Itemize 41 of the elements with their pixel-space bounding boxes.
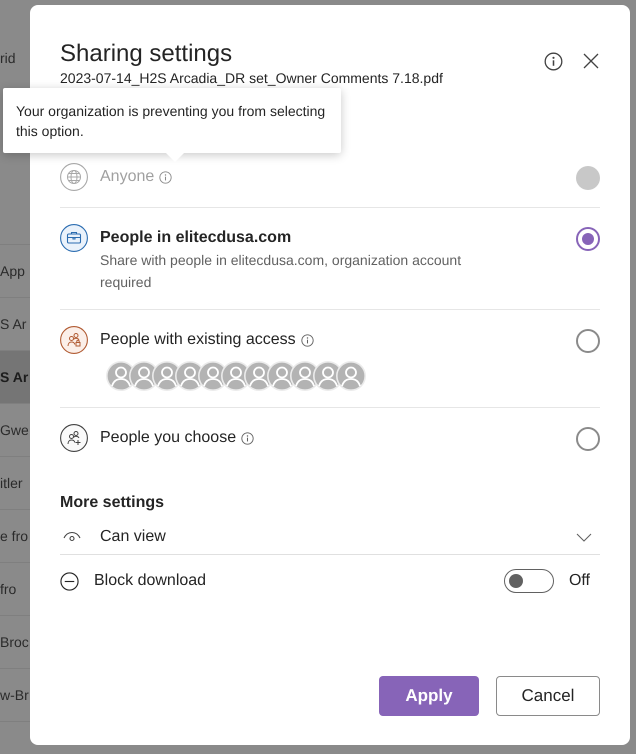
minus-circle-icon bbox=[60, 572, 79, 590]
dialog-title: Sharing settings bbox=[60, 39, 234, 69]
option-description: Share with people in elitecdusa.com, organization account required bbox=[100, 251, 462, 292]
section-heading: More settings bbox=[60, 493, 166, 513]
close-button[interactable] bbox=[581, 51, 601, 71]
briefcase-icon bbox=[60, 224, 88, 252]
file-name: rid bbox=[0, 50, 16, 66]
radio-button[interactable] bbox=[576, 329, 600, 353]
option-title: People with existing access bbox=[100, 330, 296, 350]
radio-button[interactable] bbox=[576, 427, 600, 451]
toggle-switch[interactable] bbox=[504, 569, 554, 593]
info-button[interactable] bbox=[543, 51, 563, 71]
file-name: 2023-07-14_H2S Arcadia_DR set_Owner Comments 7.18.pdf bbox=[60, 69, 443, 87]
setting-label: Block download bbox=[94, 572, 208, 590]
file-name: Broc bbox=[0, 634, 29, 650]
permission-dropdown[interactable]: Can view bbox=[60, 520, 600, 555]
file-name: S Ar bbox=[0, 316, 26, 332]
file-name: Gwe bbox=[0, 422, 29, 438]
option-title: Anyone bbox=[100, 167, 154, 187]
file-name: S Ar bbox=[0, 369, 28, 385]
file-name: w-Br bbox=[0, 687, 29, 703]
apply-button[interactable]: Apply bbox=[379, 676, 479, 716]
chevron-down-icon bbox=[576, 532, 592, 542]
info-icon[interactable] bbox=[300, 334, 314, 346]
file-name: fro bbox=[0, 581, 16, 597]
close-icon bbox=[583, 53, 599, 69]
option-title: People you choose bbox=[100, 428, 236, 448]
cancel-button[interactable]: Cancel bbox=[496, 676, 600, 716]
people-add-icon bbox=[60, 424, 88, 452]
radio-button[interactable] bbox=[576, 227, 600, 251]
info-icon[interactable] bbox=[241, 432, 254, 444]
eye-icon bbox=[63, 531, 81, 543]
globe-icon bbox=[60, 163, 88, 191]
file-name: e fro bbox=[0, 528, 28, 544]
tooltip: Your organization is preventing you from selecting this option. bbox=[3, 88, 341, 153]
avatar bbox=[336, 361, 366, 391]
file-name: itler bbox=[0, 475, 23, 491]
toggle-state: Off bbox=[568, 572, 590, 590]
file-name: App bbox=[0, 263, 25, 279]
people-lock-icon bbox=[60, 326, 88, 354]
option-title: People in elitecdusa.com bbox=[100, 228, 292, 248]
